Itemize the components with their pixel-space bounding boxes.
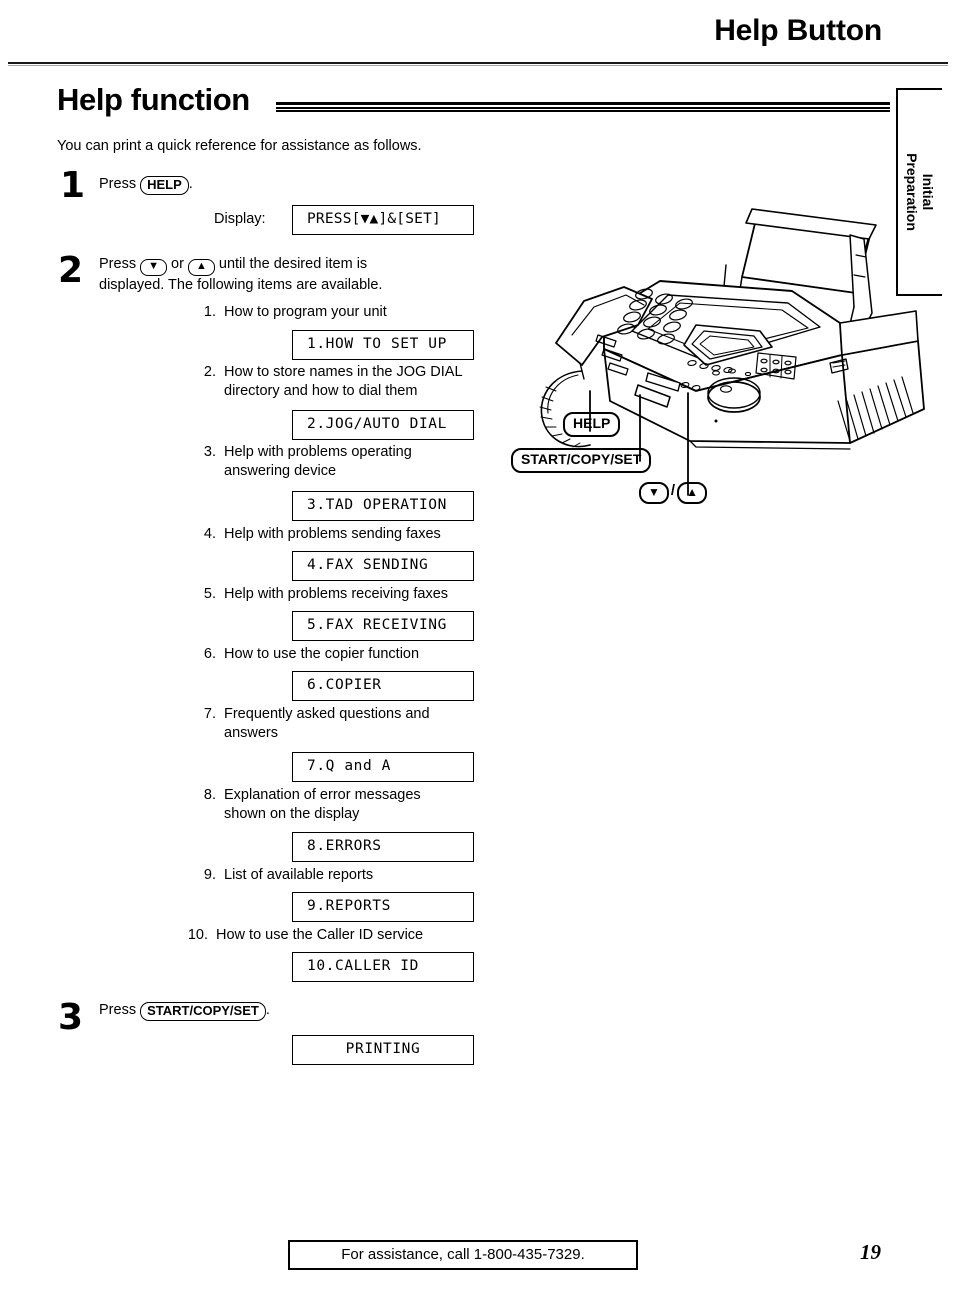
- lcd-help-item-7: 7.Q and A: [292, 752, 474, 782]
- help-item-4-desc: Help with problems sending faxes: [224, 526, 441, 542]
- page-number: 19: [860, 1240, 881, 1264]
- page-title: Help function: [57, 82, 250, 117]
- help-item-3-desc: Help with problems operating answering d…: [224, 444, 412, 480]
- help-item-1: 1. How to program your unit: [190, 303, 490, 322]
- help-item-3-number: 3.: [203, 444, 216, 460]
- help-item-2-desc: How to store names in the JOG DIAL direc…: [224, 364, 463, 400]
- assistance-footer: For assistance, call 1-800-435-7329.: [288, 1240, 638, 1270]
- help-item-9: 9. List of available reports: [190, 866, 470, 885]
- start-copy-set-key-pill[interactable]: START/COPY/SET: [140, 1002, 266, 1022]
- callout-up-arrow-key: ▲: [677, 482, 707, 504]
- help-item-1-desc: How to program your unit: [224, 304, 387, 320]
- step-3-text-after: .: [265, 1002, 270, 1018]
- help-item-6-desc: How to use the copier function: [224, 646, 420, 662]
- lcd-help-item-5: 5.FAX RECEIVING: [292, 611, 474, 641]
- help-item-9-desc: List of available reports: [224, 867, 374, 883]
- help-item-10-desc: How to use the Caller ID service: [216, 927, 424, 943]
- help-item-8-number: 8.: [203, 787, 216, 803]
- intro-paragraph: You can print a quick reference for assi…: [57, 138, 422, 154]
- down-arrow-key-pill[interactable]: ▼: [140, 259, 167, 276]
- heading-decoration-bars: [276, 102, 890, 112]
- help-item-7: 7. Frequently asked questions and answer…: [190, 705, 455, 744]
- lcd-help-item-2: 2.JOG/AUTO DIAL: [292, 410, 474, 440]
- callout-separator: /: [670, 482, 676, 499]
- help-item-4: 4. Help with problems sending faxes: [190, 525, 490, 544]
- callout-help-key: HELP: [563, 412, 621, 437]
- help-item-2-number: 2.: [203, 364, 216, 380]
- help-item-8: 8. Explanation of error messages shown o…: [190, 786, 455, 825]
- help-item-2: 2. How to store names in the JOG DIAL di…: [190, 363, 485, 402]
- step-1-number: 1: [60, 165, 86, 206]
- help-item-5-number: 5.: [203, 586, 216, 602]
- up-arrow-key-pill[interactable]: ▲: [187, 259, 215, 276]
- display-label: Display:: [214, 211, 266, 227]
- step-3-text-before: Press: [99, 1002, 137, 1018]
- help-item-6-number: 6.: [203, 646, 216, 662]
- lcd-help-item-9: 9.REPORTS: [292, 892, 474, 922]
- lcd-help-item-1: 1.HOW TO SET UP: [292, 330, 474, 360]
- callout-start-copy-set: START/COPY/SET: [511, 448, 652, 473]
- lcd-help-item-8: 8.ERRORS: [292, 832, 474, 862]
- help-item-10-number: 10.: [187, 927, 208, 943]
- help-item-1-number: 1.: [203, 304, 216, 320]
- lcd-help-item-10: 10.CALLER ID: [292, 952, 474, 982]
- manual-page: Help Button Help function Initial Prepar…: [0, 0, 954, 1303]
- callout-start-copy-set-key: START/COPY/SET: [511, 448, 652, 473]
- step-1-text-after: .: [188, 176, 193, 192]
- lcd-help-item-4: 4.FAX SENDING: [292, 551, 474, 581]
- step-2-text: Press ▼ or ▲ until the desired item is d…: [99, 255, 439, 295]
- help-key-pill[interactable]: HELP: [140, 176, 189, 196]
- step-1-text-before: Press: [99, 176, 137, 192]
- step-2-text-c: until the desired item is: [218, 256, 368, 272]
- help-item-3: 3. Help with problems operating answerin…: [190, 443, 455, 482]
- step-2-line2: displayed. The following items are avail…: [99, 276, 383, 293]
- help-item-6: 6. How to use the copier function: [190, 645, 480, 664]
- help-item-5: 5. Help with problems receiving faxes: [190, 585, 500, 604]
- help-item-5-desc: Help with problems receiving faxes: [224, 586, 449, 602]
- callout-arrow-keys: ▼ / ▲: [639, 482, 707, 504]
- step-2-number: 2: [58, 250, 84, 291]
- help-item-7-number: 7.: [203, 706, 216, 722]
- help-item-10: 10. How to use the Caller ID service: [182, 926, 482, 945]
- header-rule: [8, 62, 948, 66]
- step-3-number: 3: [58, 997, 84, 1038]
- callout-down-arrow-key: ▼: [639, 482, 669, 504]
- lcd-help-item-3: 3.TAD OPERATION: [292, 491, 474, 521]
- step-2-text-a: Press: [99, 256, 137, 272]
- step-1-text: Press HELP.: [99, 175, 193, 196]
- help-item-8-desc: Explanation of error messages shown on t…: [224, 787, 421, 823]
- help-item-7-desc: Frequently asked questions and answers: [224, 706, 430, 742]
- lcd-help-item-6: 6.COPIER: [292, 671, 474, 701]
- running-head-title: Help Button: [714, 14, 882, 47]
- help-item-4-number: 4.: [203, 526, 216, 542]
- step-2-text-b: or: [171, 256, 184, 272]
- help-item-9-number: 9.: [203, 867, 216, 883]
- callout-help: HELP: [563, 412, 621, 437]
- lcd-printing: PRINTING: [292, 1035, 474, 1065]
- step-3-text: Press START/COPY/SET.: [99, 1001, 270, 1022]
- lcd-display-press-set: PRESS[▼▲]&[SET]: [292, 205, 474, 235]
